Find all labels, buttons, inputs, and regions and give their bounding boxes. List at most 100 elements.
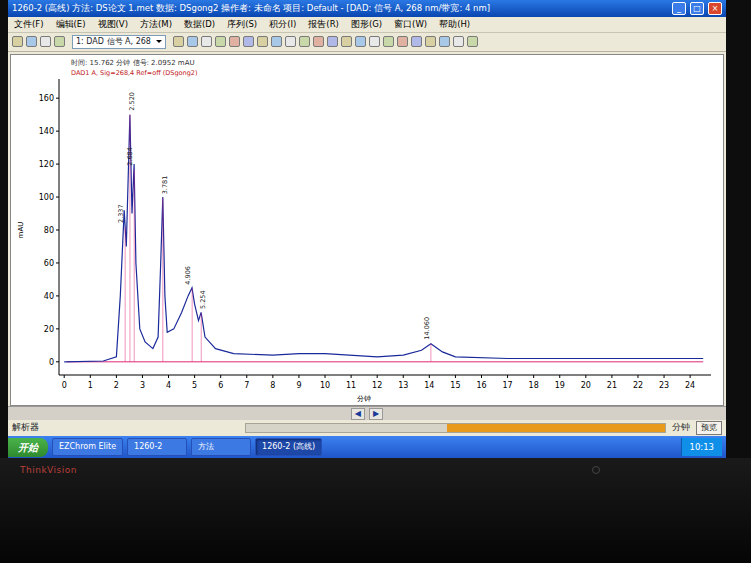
- x-tick-label: 14: [424, 381, 434, 390]
- x-tick: [272, 375, 273, 378]
- tool-icon[interactable]: [243, 36, 254, 47]
- tool-icon[interactable]: [341, 36, 352, 47]
- x-tick: [533, 375, 534, 378]
- y-tick-label: 160: [39, 94, 54, 103]
- tool-icon[interactable]: [425, 36, 436, 47]
- tool-icon[interactable]: [467, 36, 478, 47]
- x-tick: [690, 375, 691, 378]
- taskbar-item[interactable]: 1260-2 (高线): [255, 438, 322, 456]
- peak-label: 2.684: [126, 147, 134, 166]
- x-tick-label: 17: [502, 381, 512, 390]
- tool-icon[interactable]: [397, 36, 408, 47]
- menu-item[interactable]: 数据(D): [184, 18, 215, 31]
- menu-item[interactable]: 图形(G): [351, 18, 382, 31]
- tool-icon[interactable]: [26, 36, 37, 47]
- preview-button[interactable]: 预览: [696, 421, 722, 435]
- tool-icon[interactable]: [299, 36, 310, 47]
- y-tick: [56, 97, 59, 98]
- tool-icon[interactable]: [201, 36, 212, 47]
- status-bar: 解析器分钟预览: [8, 420, 726, 436]
- toolbar: 1: DAD 信号 A, 268: [8, 33, 726, 52]
- x-tick-label: 4: [166, 381, 171, 390]
- chromatogram[interactable]: 时间: 15.762 分钟 信号: 2.0952 mAUDAD1 A, Sig=…: [10, 54, 724, 406]
- x-tick: [611, 375, 612, 378]
- tool-icon[interactable]: [187, 36, 198, 47]
- scroll-strip: ◀▶: [8, 406, 726, 420]
- taskbar-item[interactable]: 方法: [191, 438, 251, 456]
- window-control-button[interactable]: ×: [708, 2, 722, 15]
- window-control-button[interactable]: _: [672, 2, 686, 15]
- x-tick: [142, 375, 143, 378]
- progress-fill: [447, 424, 665, 432]
- status-label: 解析器: [12, 421, 39, 435]
- x-tick: [90, 375, 91, 378]
- y-tick: [56, 229, 59, 230]
- tool-icon[interactable]: [173, 36, 184, 47]
- y-tick-label: 20: [44, 325, 54, 334]
- x-tick: [481, 375, 482, 378]
- x-tick-label: 11: [346, 381, 356, 390]
- x-tick-label: 12: [372, 381, 382, 390]
- x-axis: [59, 374, 711, 375]
- x-tick-label: 19: [555, 381, 565, 390]
- tool-icon[interactable]: [40, 36, 51, 47]
- menu-item[interactable]: 窗口(W): [394, 18, 427, 31]
- tool-icon[interactable]: [271, 36, 282, 47]
- peak-label: 14.060: [423, 317, 431, 340]
- menu-item[interactable]: 方法(M): [140, 18, 172, 31]
- menu-item[interactable]: 序列(S): [227, 18, 257, 31]
- tool-icon[interactable]: [369, 36, 380, 47]
- menu-item[interactable]: 报告(R): [308, 18, 339, 31]
- tool-icon[interactable]: [411, 36, 422, 47]
- tool-icon[interactable]: [313, 36, 324, 47]
- y-tick: [56, 196, 59, 197]
- window-control-button[interactable]: □: [690, 2, 704, 15]
- menu-item[interactable]: 帮助(H): [439, 18, 470, 31]
- x-tick-label: 9: [296, 381, 301, 390]
- menu-item[interactable]: 编辑(E): [56, 18, 86, 31]
- peak-label: 2.337: [117, 204, 125, 223]
- tool-icon[interactable]: [453, 36, 464, 47]
- y-tick: [56, 163, 59, 164]
- x-tick-label: 21: [607, 381, 617, 390]
- power-icon[interactable]: [592, 466, 600, 474]
- menu-item[interactable]: 视图(V): [98, 18, 128, 31]
- x-tick-label: 23: [659, 381, 669, 390]
- peak-marker: [201, 313, 202, 362]
- menu-item[interactable]: 文件(F): [14, 18, 44, 31]
- tool-icon[interactable]: [12, 36, 23, 47]
- tool-icon[interactable]: [355, 36, 366, 47]
- tool-icon[interactable]: [229, 36, 240, 47]
- tool-icon[interactable]: [383, 36, 394, 47]
- x-tick: [64, 375, 65, 378]
- peak-marker: [134, 169, 135, 361]
- taskbar-item[interactable]: EZChrom Elite: [52, 438, 123, 456]
- tool-icon[interactable]: [285, 36, 296, 47]
- brand-label: ThinkVision: [20, 465, 77, 475]
- x-tick: [429, 375, 430, 378]
- tool-icon[interactable]: [439, 36, 450, 47]
- taskbar-item[interactable]: 1260-2: [127, 438, 187, 456]
- menu-item[interactable]: 积分(I): [269, 18, 296, 31]
- y-unit-label: mAU: [17, 221, 25, 238]
- x-tick: [194, 375, 195, 378]
- x-tick: [637, 375, 638, 378]
- x-tick-label: 5: [192, 381, 197, 390]
- x-tick: [507, 375, 508, 378]
- scroll-right-button[interactable]: ▶: [369, 408, 383, 420]
- tool-icon[interactable]: [327, 36, 338, 47]
- y-tick-label: 140: [39, 127, 54, 136]
- tool-icon[interactable]: [215, 36, 226, 47]
- x-tick-label: 2: [114, 381, 119, 390]
- start-button[interactable]: 开始: [8, 438, 48, 457]
- monitor-bezel: ThinkVision: [0, 458, 751, 563]
- signal-select[interactable]: 1: DAD 信号 A, 268: [72, 35, 166, 49]
- x-tick: [403, 375, 404, 378]
- scroll-left-button[interactable]: ◀: [351, 408, 365, 420]
- tool-icon[interactable]: [54, 36, 65, 47]
- clock: 10:13: [681, 438, 723, 457]
- x-tick: [325, 375, 326, 378]
- x-tick-label: 8: [270, 381, 275, 390]
- taskbar: 开始EZChrom Elite1260-2方法1260-2 (高线) 10:13: [8, 436, 726, 458]
- tool-icon[interactable]: [257, 36, 268, 47]
